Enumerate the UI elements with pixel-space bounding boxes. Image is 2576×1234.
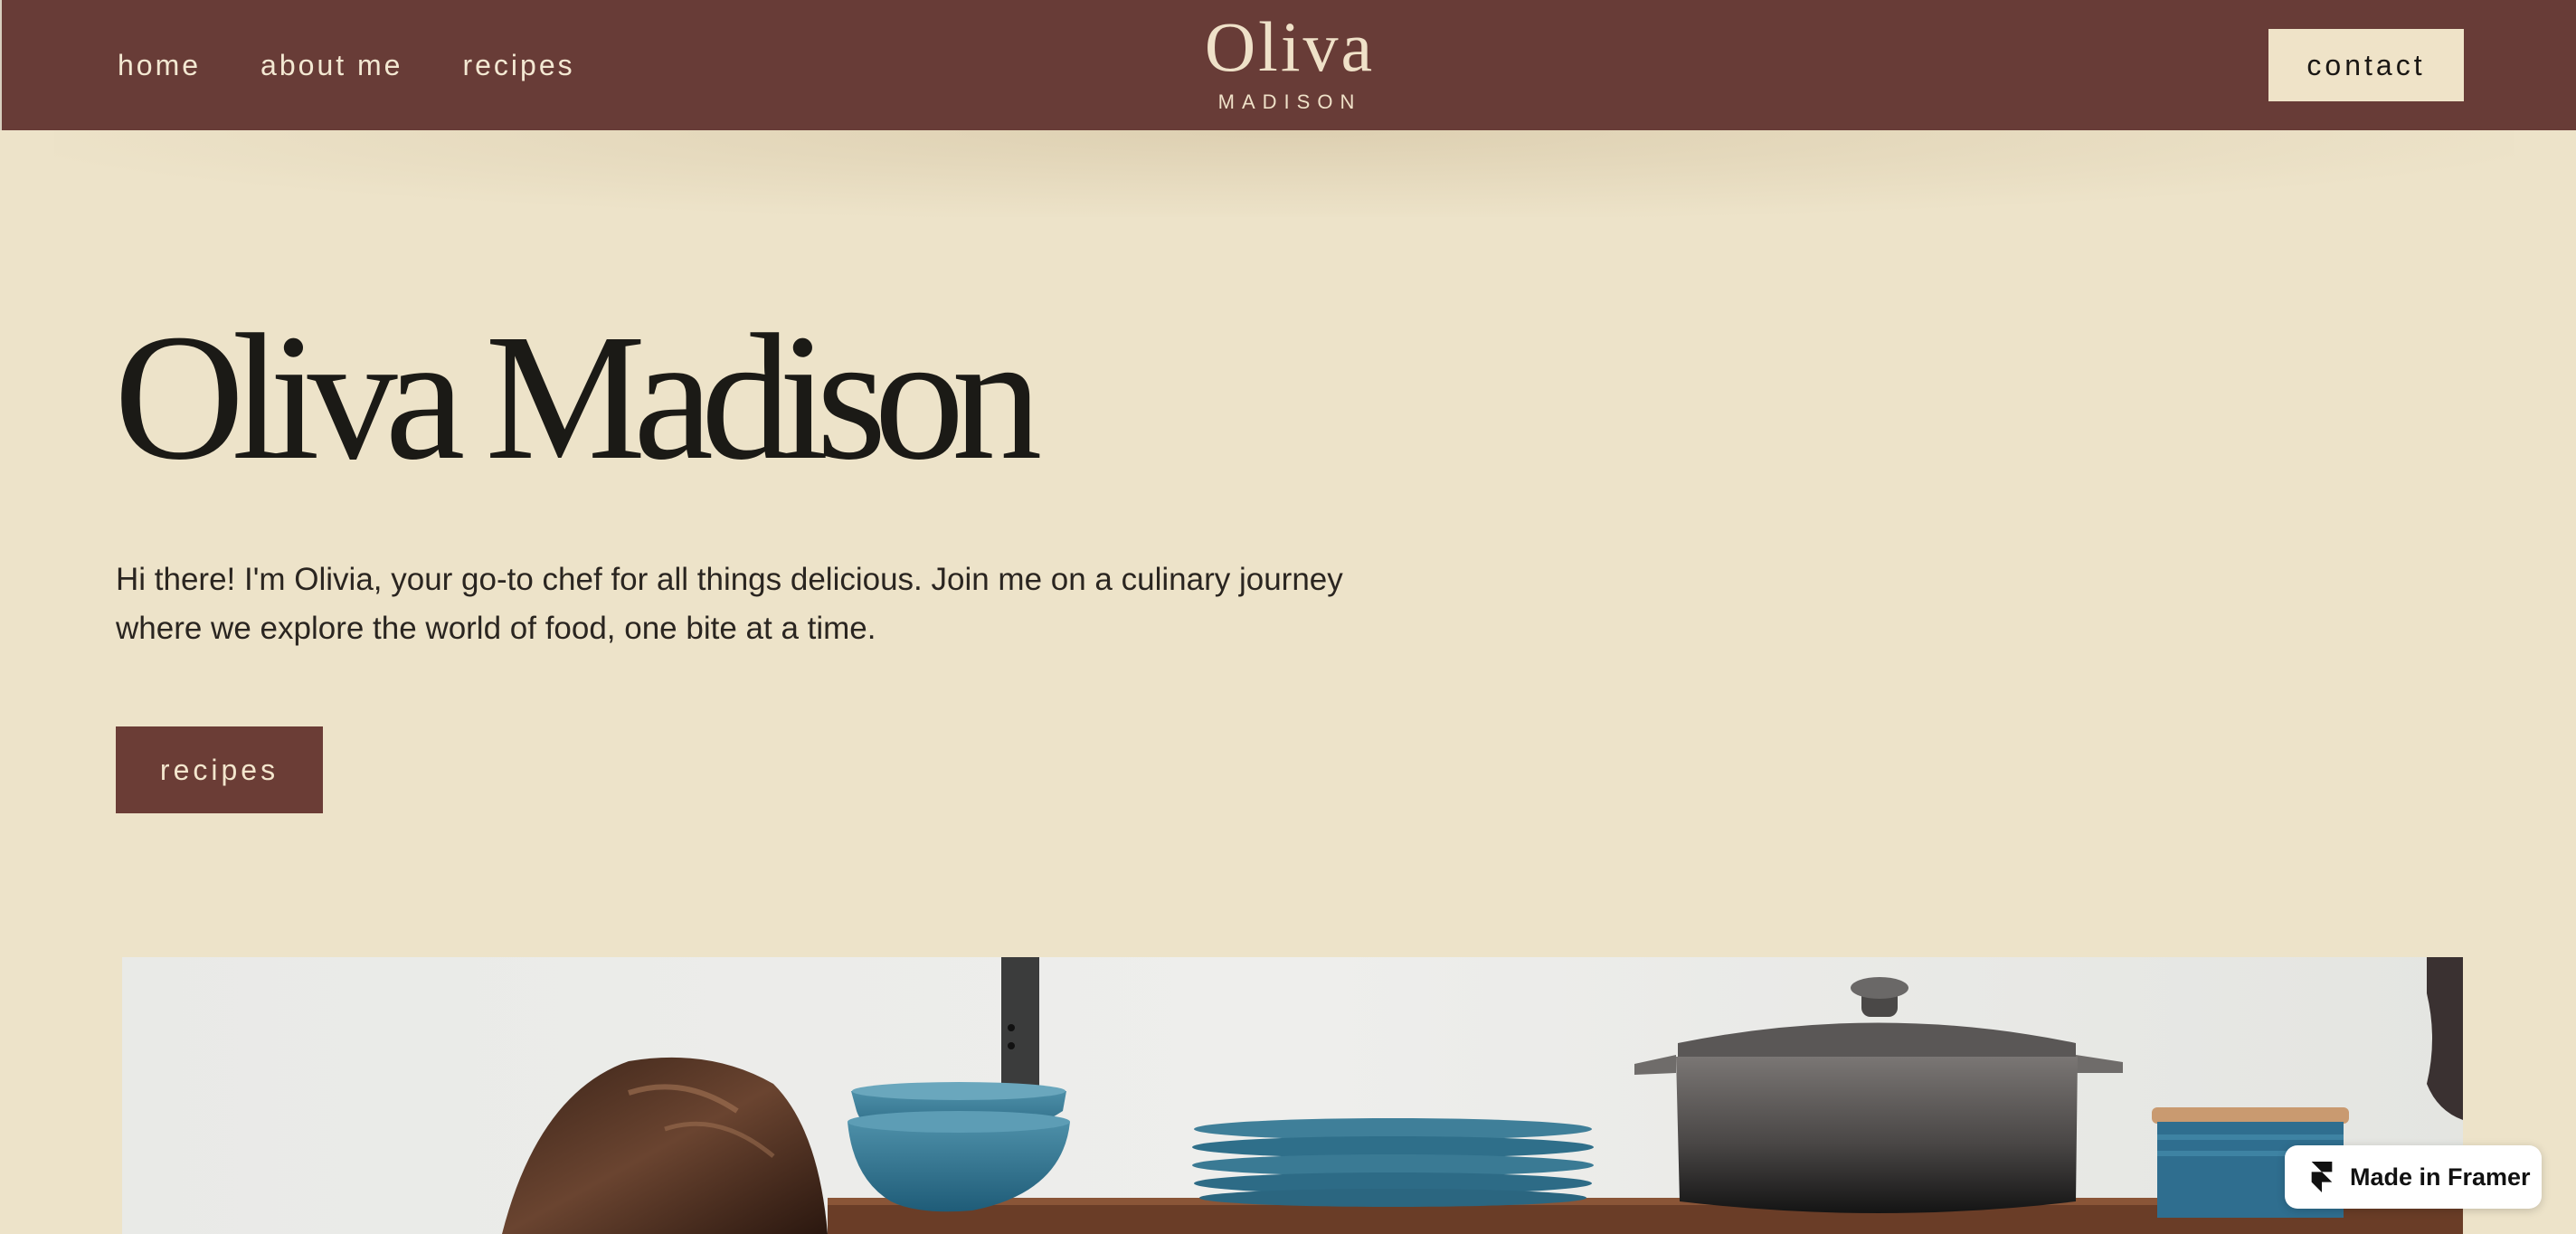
- logo-subtitle: MADISON: [1217, 90, 1362, 113]
- hero-intro-text: Hi there! I'm Olivia, your go-to chef fo…: [116, 562, 1343, 646]
- kitchen-photo: [122, 957, 2463, 1234]
- framer-logo-icon: [2311, 1162, 2333, 1192]
- contact-button[interactable]: contact: [2268, 29, 2464, 101]
- main-nav: home about me recipes: [118, 47, 575, 83]
- site-header: home about me recipes Oliva MADISON cont…: [0, 0, 2576, 130]
- made-in-framer-badge[interactable]: Made in Framer: [2285, 1145, 2542, 1209]
- badge-label: Made in Framer: [2350, 1163, 2531, 1191]
- header-shadow: [54, 130, 2514, 217]
- logo-title: Oliva: [1204, 7, 1376, 86]
- site-logo[interactable]: Oliva MADISON: [1199, 11, 1380, 114]
- hero-title: Oliva Madison: [114, 298, 1042, 498]
- nav-item-recipes[interactable]: recipes: [462, 47, 574, 83]
- recipes-button[interactable]: recipes: [116, 726, 323, 813]
- nav-item-about-me[interactable]: about me: [260, 47, 402, 83]
- nav-item-home[interactable]: home: [118, 47, 201, 83]
